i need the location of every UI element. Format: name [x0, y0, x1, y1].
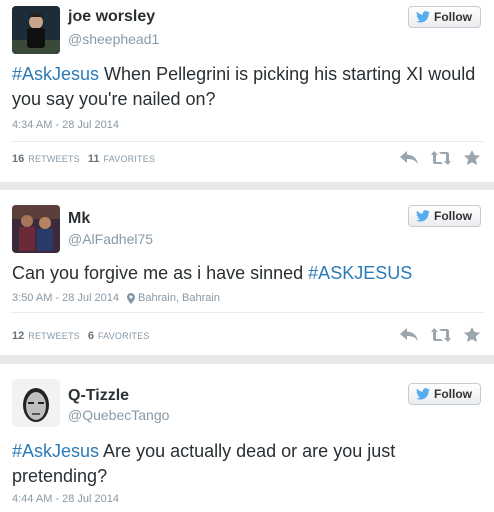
- avatar[interactable]: [12, 379, 60, 427]
- favorites-count[interactable]: 11: [88, 153, 100, 165]
- hashtag-link[interactable]: #ASKJESUS: [308, 263, 412, 283]
- timestamp[interactable]: 4:34 AM - 28 Jul 2014: [12, 119, 119, 131]
- retweets-count[interactable]: 12: [12, 330, 24, 342]
- tweet-text: #AskJesus When Pellegrini is picking his…: [12, 62, 478, 112]
- tweet-meta: 4:44 AM - 28 Jul 2014: [12, 493, 119, 505]
- tweet-text: Can you forgive me as i have sinned #ASK…: [12, 261, 478, 286]
- location-pin-icon: [127, 292, 136, 304]
- tweet-stats: 16 RETWEETS 11 FAVORITES: [12, 153, 163, 165]
- tweet-actions: [387, 327, 480, 342]
- favorites-count[interactable]: 6: [88, 330, 94, 342]
- tweet-card: Q-Tizzle @QuebecTango Follow #AskJesus A…: [0, 364, 494, 512]
- follow-label: Follow: [434, 209, 472, 223]
- tweet-text: #AskJesus Are you actually dead or are y…: [12, 439, 478, 489]
- tweet-stats: 12 RETWEETS 6 FAVORITES: [12, 330, 158, 342]
- retweet-icon[interactable]: [431, 150, 451, 165]
- divider: [10, 312, 484, 313]
- display-name[interactable]: joe worsley: [68, 8, 155, 26]
- timestamp[interactable]: 4:44 AM - 28 Jul 2014: [12, 493, 119, 505]
- retweets-count[interactable]: 16: [12, 153, 24, 165]
- tweet-body: Can you forgive me as i have sinned: [12, 263, 309, 283]
- tweet-meta: 3:50 AM - 28 Jul 2014 Bahrain, Bahrain: [12, 292, 220, 304]
- reply-icon[interactable]: [400, 327, 418, 342]
- twitter-bird-icon: [416, 11, 430, 23]
- favorites-label[interactable]: FAVORITES: [98, 331, 150, 341]
- avatar[interactable]: [12, 6, 60, 54]
- display-name[interactable]: Q-Tizzle: [68, 387, 129, 405]
- favorite-icon[interactable]: [464, 150, 480, 165]
- tweet-card: Mk @AlFadhel75 Follow Can you forgive me…: [0, 190, 494, 355]
- favorite-icon[interactable]: [464, 327, 480, 342]
- user-handle[interactable]: @QuebecTango: [68, 407, 169, 423]
- follow-button[interactable]: Follow: [408, 6, 481, 28]
- reply-icon[interactable]: [400, 150, 418, 165]
- hashtag-link[interactable]: #AskJesus: [12, 441, 99, 461]
- tweet-meta: 4:34 AM - 28 Jul 2014: [12, 119, 119, 131]
- retweets-label[interactable]: RETWEETS: [28, 154, 80, 164]
- favorites-label[interactable]: FAVORITES: [104, 154, 156, 164]
- retweet-icon[interactable]: [431, 327, 451, 342]
- follow-button[interactable]: Follow: [408, 383, 481, 405]
- tweet-actions: [387, 150, 480, 165]
- user-handle[interactable]: @sheephead1: [68, 31, 159, 47]
- twitter-bird-icon: [416, 388, 430, 400]
- tweet-feed: joe worsley @sheephead1 Follow #AskJesus…: [0, 0, 494, 512]
- timestamp[interactable]: 3:50 AM - 28 Jul 2014: [12, 292, 119, 304]
- follow-label: Follow: [434, 10, 472, 24]
- tweet-card: joe worsley @sheephead1 Follow #AskJesus…: [0, 0, 494, 182]
- tweet-location[interactable]: Bahrain, Bahrain: [127, 292, 220, 304]
- follow-button[interactable]: Follow: [408, 205, 481, 227]
- user-handle[interactable]: @AlFadhel75: [68, 231, 153, 247]
- location-label: Bahrain, Bahrain: [138, 292, 220, 304]
- avatar[interactable]: [12, 205, 60, 253]
- retweets-label[interactable]: RETWEETS: [28, 331, 80, 341]
- hashtag-link[interactable]: #AskJesus: [12, 64, 99, 84]
- twitter-bird-icon: [416, 210, 430, 222]
- follow-label: Follow: [434, 387, 472, 401]
- divider: [10, 141, 484, 142]
- display-name[interactable]: Mk: [68, 210, 90, 228]
